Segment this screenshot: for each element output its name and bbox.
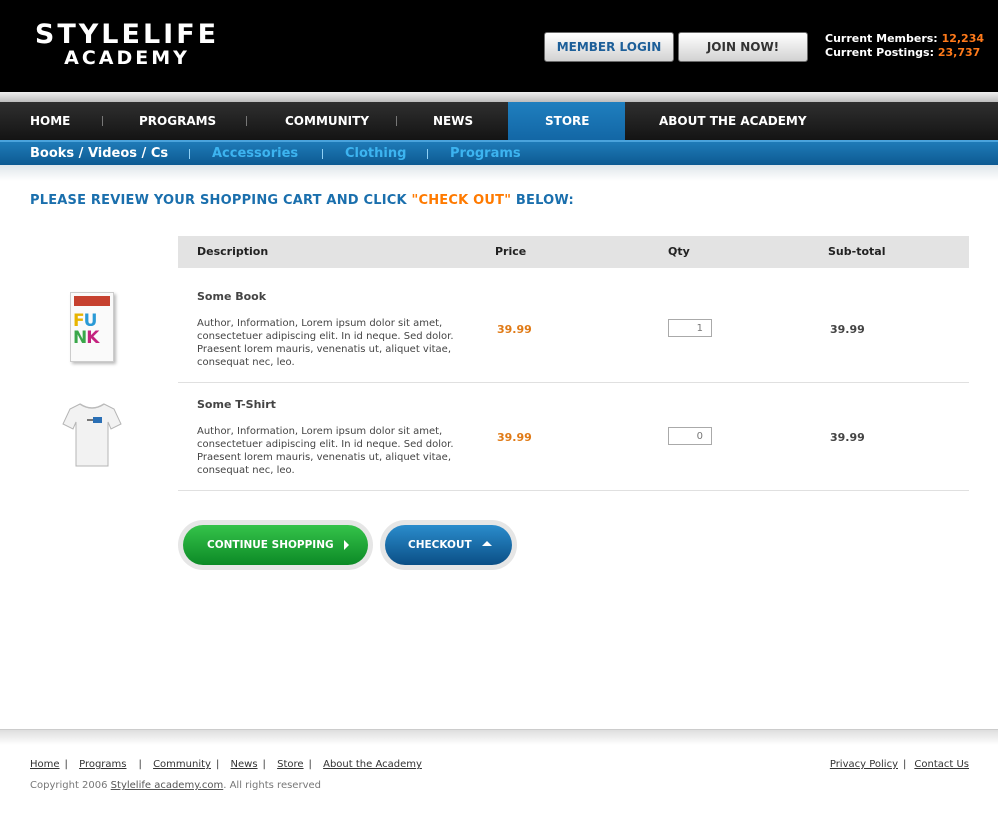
row-divider bbox=[178, 490, 969, 491]
quantity-input[interactable] bbox=[668, 319, 712, 337]
continue-shopping-label: CONTINUE SHOPPING bbox=[207, 539, 334, 551]
continue-shopping-frame: CONTINUE SHOPPING bbox=[178, 520, 373, 570]
store-subnav: Books / Videos / Cs Accessories Clothing… bbox=[0, 140, 998, 165]
book-cover-title: FU NK bbox=[73, 311, 99, 348]
postings-label: Current Postings: bbox=[825, 46, 934, 59]
footer-link-about[interactable]: About the Academy bbox=[323, 759, 422, 770]
cart-item-title: Some T-Shirt bbox=[197, 398, 276, 411]
subnav-shadow bbox=[0, 165, 998, 181]
cart-table-header: Description Price Qty Sub-total bbox=[178, 236, 969, 268]
footer-link-programs[interactable]: Programs bbox=[79, 759, 126, 770]
postings-count: 23,737 bbox=[937, 46, 981, 59]
nav-programs[interactable]: PROGRAMS bbox=[139, 102, 216, 140]
cart-instructions: PLEASE REVIEW YOUR SHOPPING CART AND CLI… bbox=[30, 193, 574, 208]
subnav-divider bbox=[427, 149, 428, 159]
footer-separator: | bbox=[903, 759, 907, 770]
subnav-accessories[interactable]: Accessories bbox=[212, 144, 298, 164]
main-nav: HOME PROGRAMS COMMUNITY NEWS STORE ABOUT… bbox=[0, 102, 998, 152]
member-login-button[interactable]: MEMBER LOGIN bbox=[544, 32, 674, 62]
arrow-right-icon bbox=[343, 540, 349, 550]
footer-separator: | bbox=[138, 759, 142, 770]
checkout-label: CHECKOUT bbox=[408, 539, 472, 551]
copyright-suffix: . All rights reserved bbox=[223, 780, 321, 791]
footer-separator: | bbox=[308, 759, 312, 770]
nav-top-strip bbox=[0, 92, 998, 102]
logo-line-1: STYLELIFE bbox=[34, 19, 220, 50]
cart-item-title: Some Book bbox=[197, 290, 267, 303]
footer-link-community[interactable]: Community bbox=[153, 759, 211, 770]
subnav-books-videos[interactable]: Books / Videos / Cs bbox=[30, 144, 168, 164]
checkout-frame: CHECKOUT bbox=[380, 520, 517, 570]
nav-news[interactable]: NEWS bbox=[433, 102, 473, 140]
nav-community[interactable]: COMMUNITY bbox=[285, 102, 369, 140]
quantity-input[interactable] bbox=[668, 427, 712, 445]
site-logo[interactable]: STYLELIFE ACADEMY bbox=[30, 19, 224, 69]
cart-item-subtotal: 39.99 bbox=[830, 431, 865, 444]
column-subtotal: Sub-total bbox=[828, 245, 886, 258]
contact-us-link[interactable]: Contact Us bbox=[914, 759, 969, 770]
instructions-text: PLEASE REVIEW YOUR SHOPPING CART AND CLI… bbox=[30, 193, 412, 208]
book-product-image[interactable]: FU NK bbox=[70, 292, 114, 362]
footer-link-news[interactable]: News bbox=[231, 759, 258, 770]
footer-legal-nav: Privacy Policy | Contact Us bbox=[830, 759, 969, 770]
cart-item-price: 39.99 bbox=[497, 431, 532, 444]
footer-link-store[interactable]: Store bbox=[277, 759, 303, 770]
column-price: Price bbox=[495, 245, 527, 258]
cart-item-description: Author, Information, Lorem ipsum dolor s… bbox=[197, 426, 454, 476]
privacy-policy-link[interactable]: Privacy Policy bbox=[830, 759, 898, 770]
copyright: Copyright 2006 Stylelife academy.com. Al… bbox=[30, 780, 321, 791]
site-header: STYLELIFE ACADEMY MEMBER LOGIN JOIN NOW!… bbox=[0, 0, 998, 92]
footer-nav: Home | Programs | Community | News | Store | … bbox=[30, 759, 422, 770]
instructions-highlight: "CHECK OUT" bbox=[411, 193, 512, 208]
copyright-site-link[interactable]: Stylelife academy.com bbox=[111, 780, 224, 791]
subnav-programs[interactable]: Programs bbox=[450, 144, 521, 164]
row-divider bbox=[178, 382, 969, 383]
instructions-text-end: BELOW: bbox=[511, 193, 574, 208]
members-count: 12,234 bbox=[941, 32, 985, 45]
subnav-divider bbox=[189, 149, 190, 159]
nav-home[interactable]: HOME bbox=[30, 102, 70, 140]
cart-item-subtotal: 39.99 bbox=[830, 323, 865, 336]
nav-about[interactable]: ABOUT THE ACADEMY bbox=[659, 102, 807, 140]
nav-divider bbox=[102, 116, 103, 126]
nav-divider bbox=[246, 116, 247, 126]
copyright-prefix: Copyright 2006 bbox=[30, 780, 111, 791]
footer-separator: | bbox=[64, 759, 68, 770]
subnav-divider bbox=[322, 149, 323, 159]
checkout-button[interactable]: CHECKOUT bbox=[385, 525, 512, 565]
site-stats: Current Members: 12,234 Current Postings… bbox=[825, 32, 984, 60]
footer-band bbox=[0, 729, 998, 745]
tshirt-product-image[interactable] bbox=[62, 400, 122, 470]
join-now-button[interactable]: JOIN NOW! bbox=[678, 32, 808, 62]
arrow-up-icon bbox=[481, 541, 492, 546]
footer-link-home[interactable]: Home bbox=[30, 759, 60, 770]
book-cover-band bbox=[74, 296, 110, 306]
subnav-clothing[interactable]: Clothing bbox=[345, 144, 406, 164]
logo-line-2: ACADEMY bbox=[64, 47, 190, 69]
cart-item-description: Author, Information, Lorem ipsum dolor s… bbox=[197, 318, 454, 368]
column-qty: Qty bbox=[668, 245, 690, 258]
members-label: Current Members: bbox=[825, 32, 938, 45]
footer-separator: | bbox=[215, 759, 220, 770]
column-description: Description bbox=[197, 245, 269, 258]
cart-item-price: 39.99 bbox=[497, 323, 532, 336]
nav-store[interactable]: STORE bbox=[545, 102, 589, 140]
continue-shopping-button[interactable]: CONTINUE SHOPPING bbox=[183, 525, 368, 565]
footer-separator: | bbox=[262, 759, 266, 770]
nav-divider bbox=[396, 116, 397, 126]
